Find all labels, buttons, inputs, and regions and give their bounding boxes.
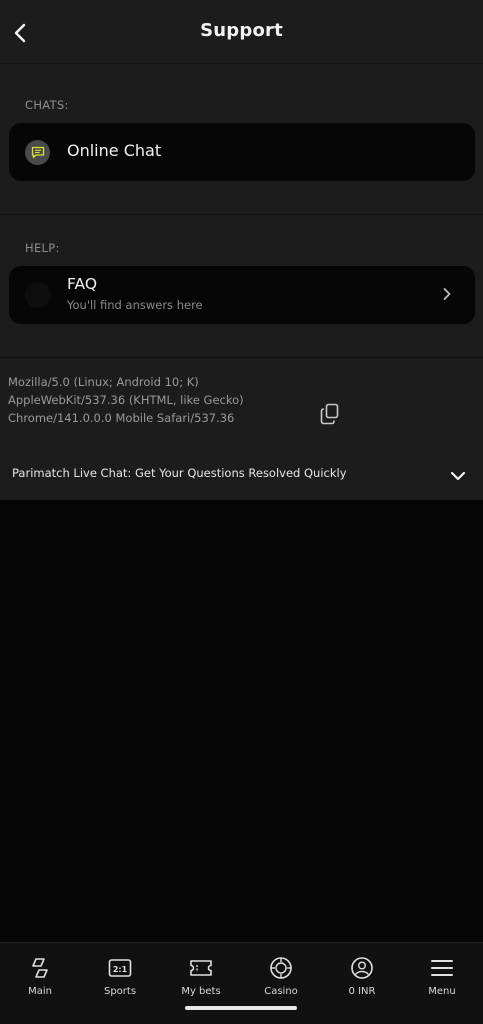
chevron-down-icon bbox=[447, 466, 469, 486]
online-chat-label: Online Chat bbox=[67, 141, 162, 160]
header: Support bbox=[0, 0, 483, 64]
nav-menu[interactable]: Menu bbox=[402, 955, 482, 1005]
nav-label: Sports bbox=[103, 986, 137, 997]
nav-account-balance[interactable]: 0 INR bbox=[322, 955, 402, 1005]
main-icon bbox=[0, 955, 80, 981]
copy-button[interactable] bbox=[318, 401, 342, 427]
nav-label: Main bbox=[28, 986, 52, 997]
chats-section-label: CHATS: bbox=[25, 98, 69, 112]
support-panel: Support CHATS: Online Chat HELP: FAQ You… bbox=[0, 0, 483, 500]
ticket-icon bbox=[161, 955, 241, 981]
user-agent-text: Mozilla/5.0 (Linux; Android 10; K) Apple… bbox=[8, 375, 244, 425]
nav-label: Casino bbox=[264, 986, 298, 997]
faq-accordion-title: Parimatch Live Chat: Get Your Questions … bbox=[12, 466, 347, 480]
section-divider bbox=[0, 357, 483, 358]
support-screen: Support CHATS: Online Chat HELP: FAQ You… bbox=[0, 0, 483, 1024]
nav-sports[interactable]: 2:1 Sports bbox=[80, 955, 160, 1005]
svg-text:2:1: 2:1 bbox=[113, 965, 128, 974]
page-title: Support bbox=[200, 20, 283, 41]
faq-title: FAQ bbox=[67, 275, 98, 293]
faq-button[interactable]: FAQ You'll find answers here bbox=[9, 266, 475, 324]
chevron-right-icon bbox=[439, 284, 455, 304]
faq-icon bbox=[25, 282, 51, 308]
nav-main[interactable]: Main bbox=[0, 955, 80, 1005]
sports-scoreboard-icon: 2:1 bbox=[80, 955, 160, 981]
help-section-label: HELP: bbox=[25, 241, 60, 255]
faq-subtitle: You'll find answers here bbox=[67, 298, 203, 312]
bottom-nav: Main 2:1 Sports My bets Casino 0 INR Men… bbox=[0, 942, 483, 1024]
nav-my-bets[interactable]: My bets bbox=[161, 955, 241, 1005]
nav-label: 0 INR bbox=[348, 986, 376, 997]
copy-icon bbox=[320, 403, 339, 425]
menu-icon bbox=[402, 955, 482, 981]
casino-chip-icon bbox=[241, 955, 321, 981]
nav-label: Menu bbox=[428, 986, 456, 997]
section-divider bbox=[0, 214, 483, 215]
home-indicator bbox=[185, 1006, 297, 1010]
faq-accordion-item[interactable]: Parimatch Live Chat: Get Your Questions … bbox=[0, 452, 483, 500]
chat-bubble-icon bbox=[25, 140, 50, 165]
nav-casino[interactable]: Casino bbox=[241, 955, 321, 1005]
nav-label: My bets bbox=[181, 986, 221, 997]
user-icon bbox=[322, 955, 402, 981]
online-chat-button[interactable]: Online Chat bbox=[9, 123, 475, 181]
